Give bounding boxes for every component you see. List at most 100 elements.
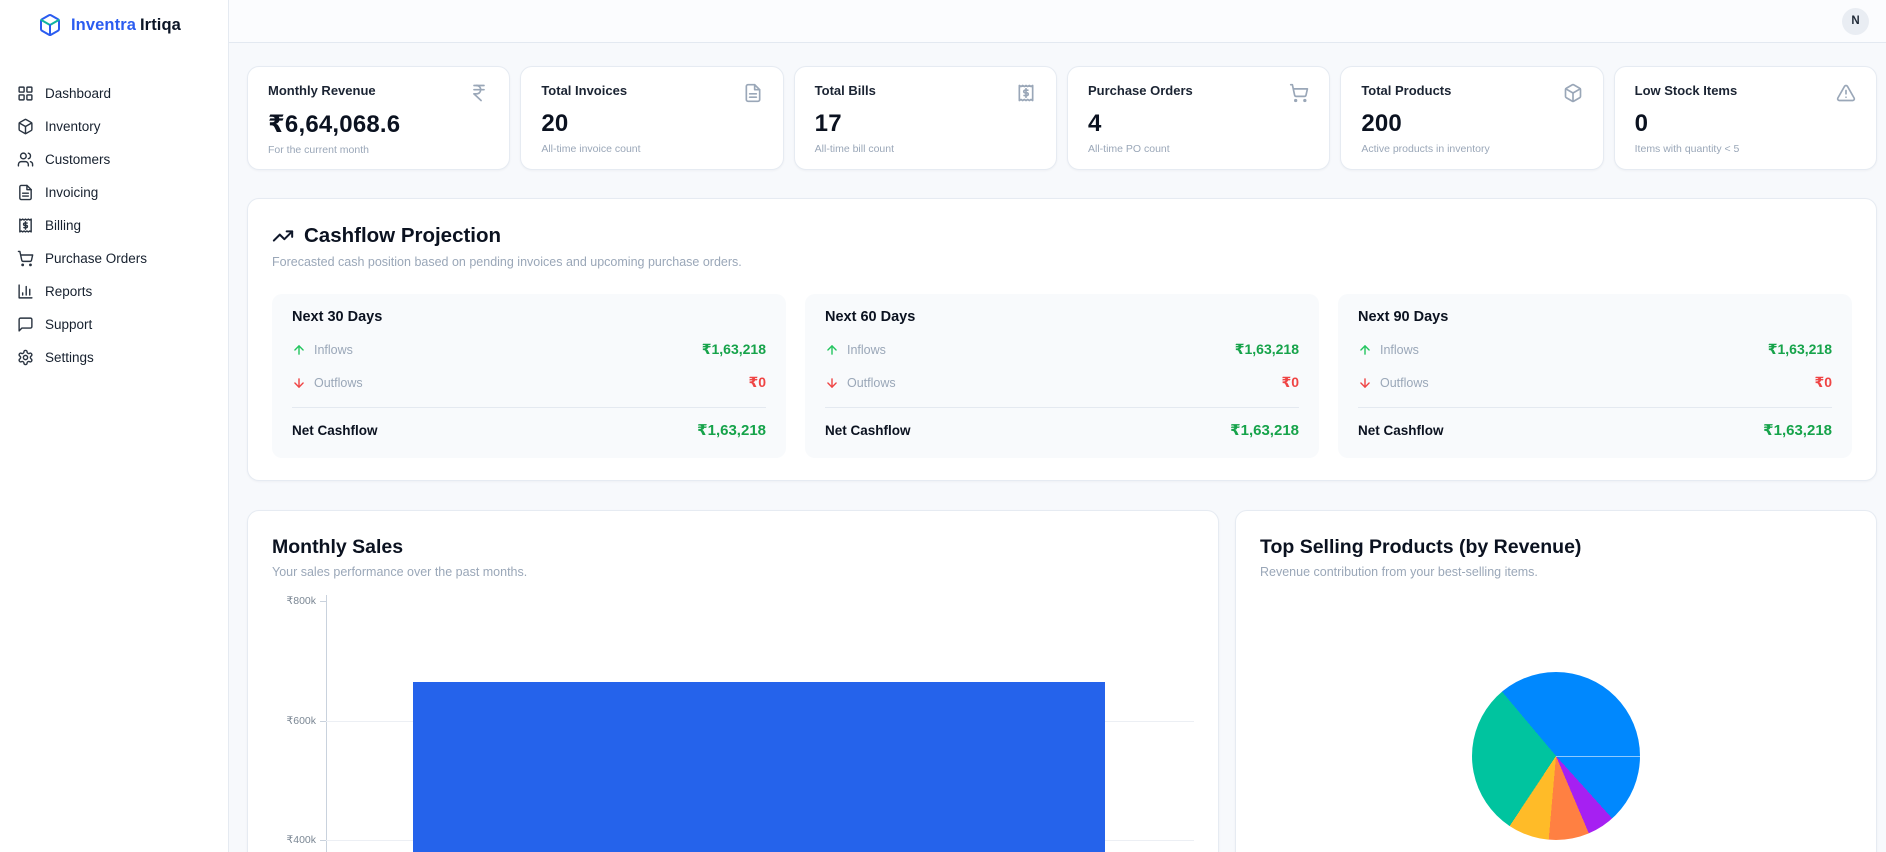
sidebar-item-inventory[interactable]: Inventory	[0, 110, 228, 143]
package-logo-icon	[38, 13, 62, 37]
stat-subtitle: All-time invoice count	[541, 143, 641, 155]
pie-slice-divider	[1556, 756, 1640, 757]
sales-bar[interactable]	[413, 682, 1105, 852]
monthly-sales-card: Monthly Sales Your sales performance ove…	[247, 510, 1219, 852]
sidebar-item-label: Customers	[45, 152, 111, 167]
stat-label: Low Stock Items	[1634, 83, 1738, 98]
stat-card-monthly-revenue: Monthly Revenue ₹6,64,068.6 For the curr…	[247, 66, 511, 170]
arrow-up-icon	[292, 343, 306, 357]
section-subtitle: Forecasted cash position based on pendin…	[272, 255, 742, 269]
outflows-value: ₹0	[1281, 374, 1299, 390]
sidebar-item-purchase-orders[interactable]: Purchase Orders	[0, 242, 228, 275]
sidebar-item-label: Purchase Orders	[45, 251, 148, 266]
chart-subtitle: Revenue contribution from your best-sell…	[1260, 565, 1538, 579]
stat-card-purchase-orders: Purchase Orders 4 All-time PO count	[1066, 66, 1331, 170]
net-cashflow-label: Net Cashflow	[825, 422, 911, 438]
sidebar-item-billing[interactable]: Billing	[0, 209, 228, 242]
charts-row: Monthly Sales Your sales performance ove…	[247, 510, 1877, 852]
arrow-down-icon	[292, 376, 306, 390]
inflows-label: Inflows	[847, 342, 886, 357]
sidebar-item-reports[interactable]: Reports	[0, 275, 228, 308]
section-title: Cashflow Projection	[304, 224, 502, 247]
top-products-card: Top Selling Products (by Revenue) Revenu…	[1235, 510, 1877, 852]
cashflow-next-30-days: Next 30 Days Inflows ₹1,63,218 Outflows …	[272, 294, 786, 458]
receipt-icon	[1016, 83, 1036, 103]
stat-value: 4	[1087, 110, 1102, 137]
layout-grid-icon	[17, 85, 34, 102]
sidebar-item-label: Billing	[45, 218, 82, 233]
sidebar-item-support[interactable]: Support	[0, 308, 228, 341]
inflows-value: ₹1,63,218	[1234, 341, 1299, 357]
stat-label: Total Bills	[814, 83, 876, 98]
trending-up-icon	[272, 225, 294, 247]
cashflow-next-90-days: Next 90 Days Inflows ₹1,63,218 Outflows …	[1338, 294, 1852, 458]
stat-value: 20	[541, 110, 569, 137]
alert-triangle-icon	[1836, 83, 1856, 103]
y-tick-mark	[320, 601, 326, 602]
outflows-value: ₹0	[748, 374, 766, 390]
shopping-cart-icon	[17, 250, 34, 267]
stat-subtitle: Items with quantity < 5	[1634, 143, 1740, 155]
brand-secondary: Irtiqa	[140, 15, 181, 34]
sidebar-item-label: Settings	[45, 350, 94, 365]
sidebar-nav: Dashboard Inventory Customers Invoicing …	[0, 77, 228, 374]
stat-card-total-products: Total Products 200 Active products in in…	[1340, 66, 1604, 170]
outflows-label: Outflows	[847, 375, 896, 390]
sidebar-item-label: Inventory	[45, 119, 101, 134]
inflows-label: Inflows	[1380, 342, 1419, 357]
user-avatar[interactable]: N	[1842, 7, 1869, 35]
bar-chart-icon	[17, 283, 34, 300]
indian-rupee-icon	[469, 83, 489, 103]
stat-value: 200	[1361, 110, 1402, 137]
sidebar-item-customers[interactable]: Customers	[0, 143, 228, 176]
sidebar-item-dashboard[interactable]: Dashboard	[0, 77, 228, 110]
y-axis-line	[326, 595, 327, 852]
sidebar-item-settings[interactable]: Settings	[0, 341, 228, 374]
net-cashflow-value: ₹1,63,218	[1763, 422, 1832, 439]
stat-label: Total Products	[1361, 83, 1452, 98]
sidebar-item-label: Support	[45, 317, 93, 332]
sidebar-item-invoicing[interactable]: Invoicing	[0, 176, 228, 209]
y-tick-label: ₹600k	[286, 714, 316, 727]
stat-subtitle: For the current month	[268, 144, 369, 156]
package-icon	[17, 118, 34, 135]
inflows-value: ₹1,63,218	[701, 341, 766, 357]
cashflow-period-title: Next 60 Days	[825, 309, 916, 325]
sidebar-item-label: Reports	[45, 284, 93, 299]
package-icon	[1563, 83, 1583, 103]
stat-card-low-stock-items: Low Stock Items 0 Items with quantity < …	[1613, 66, 1877, 170]
stat-value: 0	[1634, 110, 1649, 137]
stat-subtitle: All-time bill count	[814, 143, 895, 155]
chart-title: Monthly Sales	[272, 536, 404, 558]
monthly-sales-bar-chart: ₹800k ₹600k ₹400k	[272, 591, 1194, 852]
chart-title: Top Selling Products (by Revenue)	[1260, 536, 1582, 558]
stat-card-total-invoices: Total Invoices 20 All-time invoice count	[520, 66, 784, 170]
shopping-cart-icon	[1289, 83, 1309, 103]
arrow-up-icon	[825, 343, 839, 357]
chart-subtitle: Your sales performance over the past mon…	[272, 565, 528, 579]
brand-title: Inventra Irtiqa	[71, 16, 181, 35]
cashflow-period-title: Next 30 Days	[292, 309, 383, 325]
cashflow-period-title: Next 90 Days	[1358, 309, 1449, 325]
divider	[292, 407, 766, 408]
sidebar-item-label: Invoicing	[45, 185, 99, 200]
arrow-down-icon	[1358, 376, 1372, 390]
stat-label: Purchase Orders	[1087, 83, 1193, 98]
brand-primary: Inventra	[71, 15, 136, 34]
net-cashflow-label: Net Cashflow	[1358, 422, 1444, 438]
y-tick-label: ₹400k	[286, 834, 316, 846]
app-logo[interactable]: Inventra Irtiqa	[0, 0, 228, 49]
inflows-label: Inflows	[314, 342, 353, 357]
file-text-icon	[17, 184, 34, 201]
settings-icon	[17, 349, 34, 366]
top-products-pie-chart[interactable]	[1472, 672, 1640, 840]
arrow-up-icon	[1358, 343, 1372, 357]
stat-value: 17	[814, 110, 842, 137]
stats-row: Monthly Revenue ₹6,64,068.6 For the curr…	[247, 66, 1877, 170]
top-header: N	[229, 0, 1886, 43]
stat-card-total-bills: Total Bills 17 All-time bill count	[793, 66, 1057, 170]
inflows-value: ₹1,63,218	[1767, 341, 1832, 357]
divider	[825, 407, 1299, 408]
users-icon	[17, 151, 34, 168]
net-cashflow-value: ₹1,63,218	[1230, 422, 1299, 439]
